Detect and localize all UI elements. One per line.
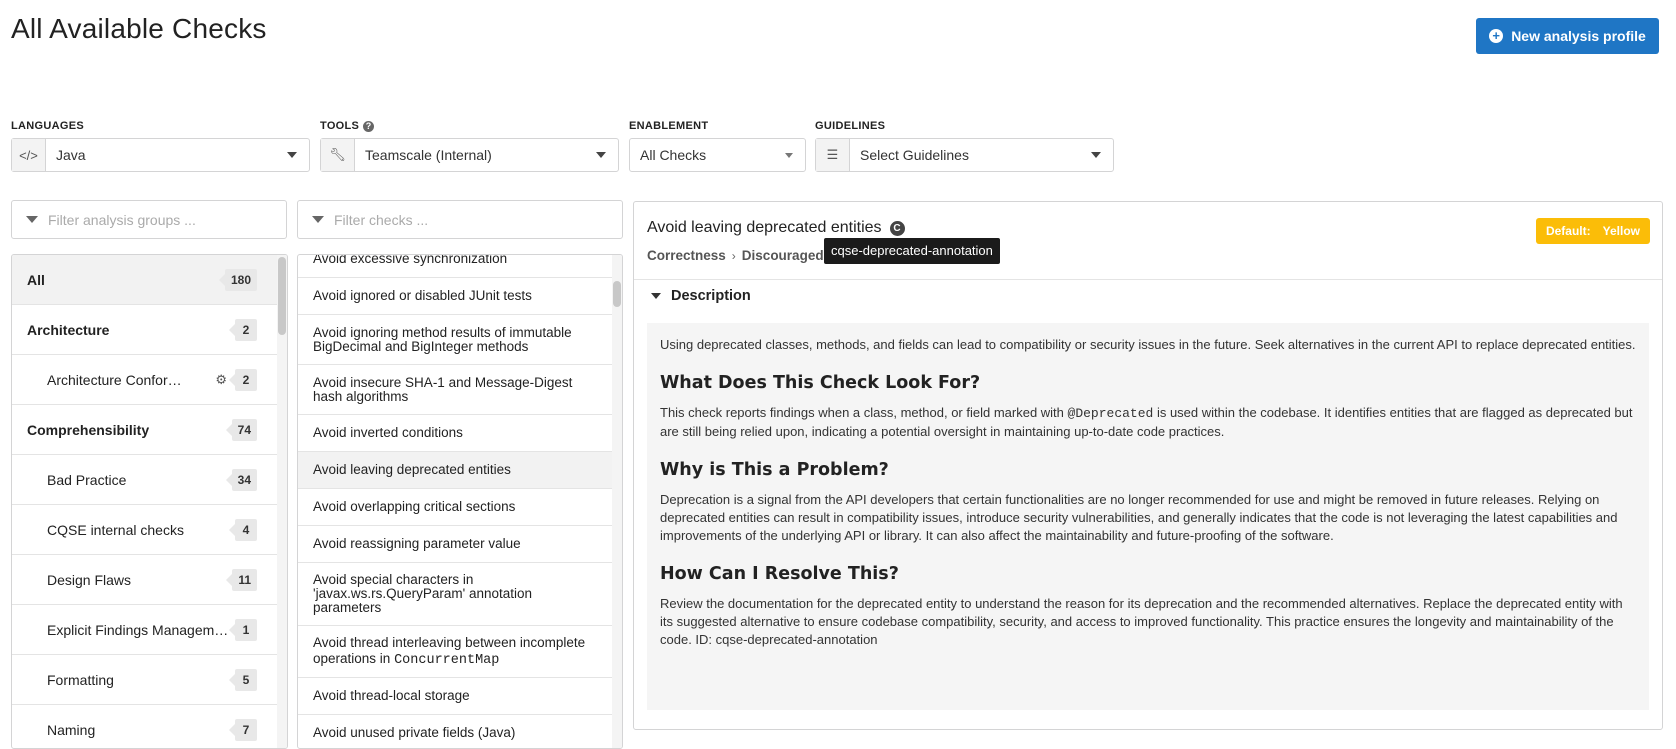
section-heading: How Can I Resolve This? — [660, 564, 899, 584]
check-item[interactable]: Avoid thread interleaving between incomp… — [298, 626, 614, 678]
group-count-badge: 74 — [225, 418, 257, 441]
languages-value: Java — [56, 147, 86, 163]
group-count-badge: 11 — [226, 568, 257, 591]
enablement-label: ENABLEMENT — [629, 120, 709, 132]
group-item-architecture[interactable]: Architecture 2 — [12, 305, 287, 355]
filter-groups-input[interactable] — [48, 211, 286, 228]
group-item-bad-practice[interactable]: Bad Practice 34 — [12, 455, 287, 505]
plus-circle-icon: + — [1489, 29, 1504, 43]
chevron-down-icon — [785, 152, 793, 158]
check-item[interactable]: Avoid thread-local storage — [298, 678, 614, 715]
filter-groups-field[interactable] — [11, 200, 287, 239]
check-item-selected[interactable]: Avoid leaving deprecated entities — [298, 452, 614, 489]
new-analysis-profile-button[interactable]: + New analysis profile — [1476, 18, 1659, 54]
description-body: Using deprecated classes, methods, and f… — [647, 323, 1649, 710]
section-heading: Why is This a Problem? — [660, 460, 889, 480]
breadcrumb-item-discouraged[interactable]: Discouraged — [742, 248, 824, 263]
help-icon[interactable]: ? — [363, 120, 375, 132]
check-detail-panel: Avoid leaving deprecated entities C Corr… — [633, 201, 1663, 730]
checks-list: Avoid excessive synchronization Avoid ig… — [298, 255, 614, 748]
group-item-formatting[interactable]: Formatting 5 — [12, 655, 287, 705]
check-item[interactable]: Avoid reassigning parameter value — [298, 526, 614, 563]
group-count-badge: 7 — [229, 718, 257, 741]
chevron-down-icon — [287, 152, 297, 158]
enablement-value: All Checks — [640, 147, 707, 163]
filter-checks-input[interactable] — [334, 211, 622, 228]
check-item[interactable]: Avoid ignoring method results of immutab… — [298, 315, 614, 365]
section-paragraph: Deprecation is a signal from the API dev… — [660, 492, 1618, 543]
group-item-design-flaws[interactable]: Design Flaws 11 — [12, 555, 287, 605]
guidelines-label: GUIDELINES — [815, 120, 886, 132]
check-item[interactable]: Avoid unused private fields (Java) — [298, 715, 614, 748]
tools-dropdown[interactable]: 🔧︎ Teamscale (Internal) — [320, 138, 619, 172]
chevron-right-icon: › — [731, 248, 736, 263]
group-item-all[interactable]: All 180 — [12, 255, 287, 305]
section-paragraph: This check reports findings when a class… — [660, 405, 1633, 439]
languages-label: LANGUAGES — [11, 120, 84, 132]
group-count-badge: 1 — [229, 618, 257, 641]
group-item-cqse-internal-checks[interactable]: CQSE internal checks 4 — [12, 505, 287, 555]
default-severity-badge: Default: Yellow — [1535, 218, 1650, 244]
checks-list-panel: Avoid excessive synchronization Avoid ig… — [297, 254, 623, 749]
breadcrumb-item-correctness[interactable]: Correctness — [647, 248, 726, 263]
group-item-explicit-findings-management[interactable]: Explicit Findings Managem… 1 — [12, 605, 287, 655]
check-item[interactable]: Avoid overlapping critical sections — [298, 489, 614, 526]
list-icon: ☰ — [816, 139, 850, 171]
check-item[interactable]: Avoid inverted conditions — [298, 415, 614, 452]
languages-dropdown[interactable]: </> Java — [11, 138, 310, 172]
checks-scrollbar[interactable] — [612, 255, 622, 748]
description-toggle[interactable]: Description — [651, 288, 751, 304]
filter-icon — [26, 216, 38, 223]
section-paragraph: Review the documentation for the depreca… — [660, 596, 1623, 647]
gear-icon[interactable]: ⚙ — [215, 372, 227, 388]
checks-scrollbar-thumb[interactable] — [613, 281, 621, 307]
description-intro: Using deprecated classes, methods, and f… — [660, 337, 1636, 352]
section-heading: What Does This Check Look For? — [660, 373, 981, 393]
check-item[interactable]: Avoid excessive synchronization — [298, 255, 614, 278]
copyright-icon: C — [889, 220, 905, 236]
enablement-dropdown[interactable]: All Checks — [629, 138, 806, 172]
chevron-down-icon — [596, 152, 606, 158]
group-count-badge: 2 — [229, 368, 257, 391]
filter-icon — [312, 216, 324, 223]
group-count-badge: 34 — [225, 468, 257, 491]
check-title: Avoid leaving deprecated entities C — [647, 219, 905, 237]
filter-checks-field[interactable] — [297, 200, 623, 239]
tools-label: TOOLS? — [320, 120, 375, 132]
tools-value: Teamscale (Internal) — [365, 147, 492, 163]
groups-scrollbar-thumb[interactable] — [278, 257, 286, 335]
code-icon: </> — [12, 139, 46, 171]
guidelines-dropdown[interactable]: ☰ Select Guidelines — [815, 138, 1114, 172]
group-item-comprehensibility[interactable]: Comprehensibility 74 — [12, 405, 287, 455]
wrench-icon: 🔧︎ — [321, 139, 355, 171]
check-item[interactable]: Avoid ignored or disabled JUnit tests — [298, 278, 614, 315]
guidelines-value: Select Guidelines — [860, 147, 969, 163]
caret-down-icon — [651, 293, 661, 299]
page-title: All Available Checks — [11, 13, 267, 44]
divider — [634, 279, 1662, 280]
check-id-tooltip: cqse-deprecated-annotation — [824, 238, 1000, 264]
check-item[interactable]: Avoid insecure SHA-1 and Message-Digest … — [298, 365, 614, 415]
chevron-down-icon — [1091, 152, 1101, 158]
check-item[interactable]: Avoid special characters in 'javax.ws.rs… — [298, 563, 614, 626]
group-count-badge: 5 — [229, 668, 257, 691]
breadcrumb: Correctness › Discouraged — [647, 248, 824, 263]
group-count-badge: 4 — [229, 518, 257, 541]
group-count-badge: 2 — [229, 318, 257, 341]
group-count-badge: 180 — [218, 268, 257, 291]
new-analysis-profile-label: New analysis profile — [1511, 28, 1646, 44]
group-item-naming[interactable]: Naming 7 — [12, 705, 287, 748]
analysis-groups-list: All 180 Architecture 2 Architecture Conf… — [11, 254, 288, 749]
group-item-architecture-conformance[interactable]: Architecture Conform… ⚙ 2 — [12, 355, 287, 405]
groups-scrollbar[interactable] — [277, 255, 287, 748]
